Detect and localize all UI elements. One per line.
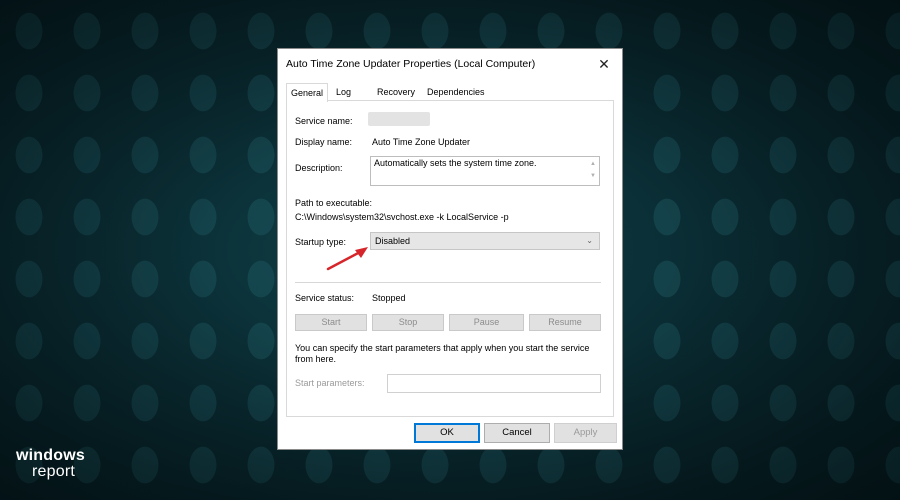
apply-button[interactable]: Apply <box>554 423 617 443</box>
service-name-value-redacted <box>368 112 430 126</box>
start-button[interactable]: Start <box>295 314 367 331</box>
ok-button[interactable]: OK <box>414 423 480 443</box>
logo-line1: windows <box>16 447 85 464</box>
chevron-down-icon: ⌄ <box>586 236 593 245</box>
scroll-down-icon[interactable]: ▼ <box>588 170 598 182</box>
logo-line2: report <box>32 463 75 480</box>
tab-recovery[interactable]: Recovery <box>373 85 419 100</box>
cancel-button[interactable]: Cancel <box>484 423 550 443</box>
display-name-label: Display name: <box>295 137 353 147</box>
description-label: Description: <box>295 163 343 173</box>
red-arrow-annotation <box>326 247 368 271</box>
scroll-up-icon[interactable]: ▲ <box>588 158 598 170</box>
service-status-value: Stopped <box>372 293 406 303</box>
path-value: C:\Windows\system32\svchost.exe -k Local… <box>295 212 509 222</box>
resume-button[interactable]: Resume <box>529 314 601 331</box>
display-name-value: Auto Time Zone Updater <box>372 137 471 147</box>
tab-log-on[interactable]: Log On <box>332 85 355 112</box>
start-params-info-text: You can specify the start parameters tha… <box>295 343 590 364</box>
title-bar[interactable]: Auto Time Zone Updater Properties (Local… <box>278 49 622 79</box>
startup-type-select[interactable]: Disabled ⌄ <box>370 232 600 250</box>
description-text: Automatically sets the system time zone. <box>374 158 537 168</box>
description-textbox[interactable]: Automatically sets the system time zone.… <box>370 156 600 186</box>
dialog-title: Auto Time Zone Updater Properties (Local… <box>286 58 536 70</box>
section-divider <box>295 282 601 283</box>
startup-type-value: Disabled <box>375 236 411 246</box>
description-scrollbar[interactable]: ▲ ▼ <box>588 158 598 184</box>
start-params-input[interactable] <box>387 374 601 393</box>
windows-report-logo: windows report <box>16 448 85 480</box>
service-status-label: Service status: <box>295 293 355 303</box>
start-params-label: Start parameters: <box>295 378 365 388</box>
tab-general[interactable]: General <box>286 83 329 102</box>
close-icon[interactable]: ✕ <box>586 49 622 79</box>
tab-dependencies[interactable]: Dependencies <box>423 85 489 100</box>
stop-button[interactable]: Stop <box>372 314 444 331</box>
pause-button[interactable]: Pause <box>449 314 524 331</box>
service-name-label: Service name: <box>295 116 353 126</box>
path-label: Path to executable: <box>295 198 373 208</box>
